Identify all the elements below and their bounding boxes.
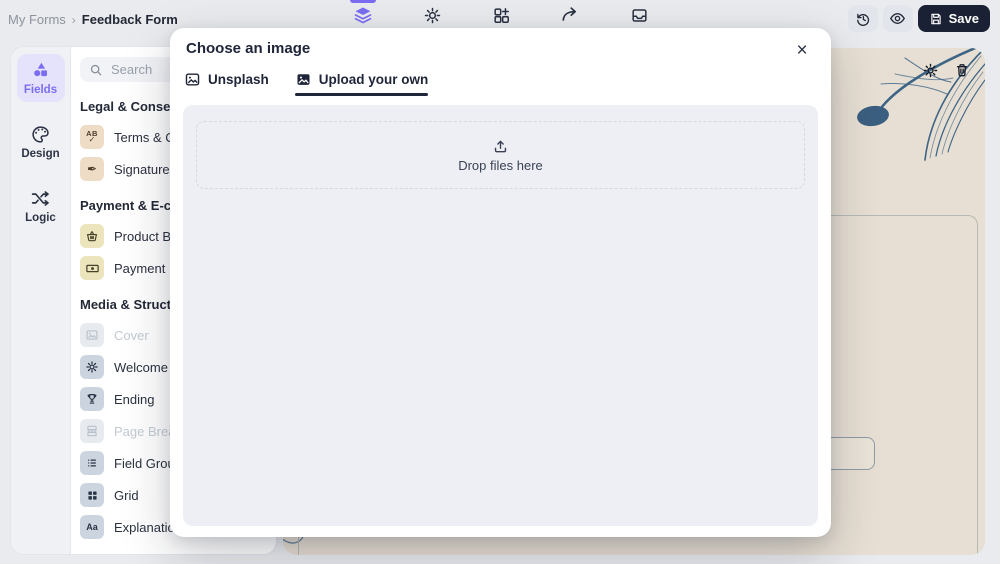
image-outline-icon <box>184 71 201 88</box>
upload-panel: Drop files here <box>183 105 818 526</box>
search-icon <box>89 63 103 77</box>
gear-icon <box>80 355 104 379</box>
grid-plus-icon <box>492 6 511 25</box>
Aa-icon: Aa <box>80 515 104 539</box>
shapes-icon <box>30 60 51 81</box>
tab-upload-your-own[interactable]: Upload your own <box>294 69 429 96</box>
page-break-icon <box>80 419 104 443</box>
choose-image-modal: Choose an image × Unsplash Upload your o… <box>170 28 831 537</box>
history-icon <box>855 11 871 27</box>
trash-icon <box>954 62 970 78</box>
tab-unsplash[interactable]: Unsplash <box>184 69 269 89</box>
file-dropzone[interactable]: Drop files here <box>196 121 805 189</box>
shuffle-icon <box>30 188 51 209</box>
nav-tab-settings[interactable] <box>414 0 450 30</box>
rail-item-design[interactable]: Design <box>17 118 65 166</box>
field-item-label: Cover <box>114 327 149 343</box>
mode-rail: Fields Design Logic <box>11 47 71 554</box>
list-icon <box>80 451 104 475</box>
top-nav <box>345 0 657 30</box>
basket-icon <box>80 224 104 248</box>
block-settings-button[interactable] <box>920 60 940 80</box>
field-item-label: Signature <box>114 161 170 177</box>
banknote-icon <box>80 256 104 280</box>
block-delete-button[interactable] <box>952 60 972 80</box>
rail-item-label: Design <box>21 148 60 160</box>
layers-icon <box>353 5 373 25</box>
history-button[interactable] <box>847 5 878 32</box>
gear-icon <box>423 6 442 25</box>
floppy-icon <box>929 12 943 26</box>
nav-tab-integrations[interactable] <box>483 0 519 30</box>
image-icon <box>80 323 104 347</box>
rail-item-label: Fields <box>23 84 58 96</box>
breadcrumb-parent-link[interactable]: My Forms <box>8 12 66 27</box>
image-filled-icon <box>295 71 312 88</box>
pen-nib-icon: ✒ <box>80 157 104 181</box>
palette-icon <box>30 124 51 145</box>
field-item-label: Ending <box>114 391 155 407</box>
eye-icon <box>889 10 906 27</box>
close-icon: × <box>796 40 808 61</box>
inbox-icon <box>630 6 649 25</box>
field-item-label: Grid <box>114 487 139 503</box>
terms-check-icon: AB ✓ <box>80 125 104 149</box>
tab-label: Unsplash <box>208 71 269 87</box>
rail-item-label: Logic <box>25 212 56 224</box>
gear-icon <box>922 62 939 79</box>
top-actions: Save <box>847 5 990 32</box>
nav-tab-editor[interactable] <box>345 0 381 30</box>
rail-item-fields[interactable]: Fields <box>16 54 65 102</box>
nav-tab-share[interactable] <box>552 0 588 30</box>
nav-tab-submissions[interactable] <box>621 0 657 30</box>
share-arrow-icon <box>560 5 580 25</box>
dropzone-text: Drop files here <box>458 157 543 173</box>
grid-icon <box>80 483 104 507</box>
breadcrumb: My Forms › Feedback Form <box>8 12 178 27</box>
save-button[interactable]: Save <box>917 5 990 32</box>
save-button-label: Save <box>948 11 979 26</box>
breadcrumb-separator: › <box>71 12 76 27</box>
upload-icon <box>492 138 509 155</box>
preview-button[interactable] <box>882 5 913 32</box>
rail-item-logic[interactable]: Logic <box>17 182 65 230</box>
trophy-icon <box>80 387 104 411</box>
modal-tabs: Unsplash Upload your own <box>184 69 815 96</box>
breadcrumb-current: Feedback Form <box>81 12 178 27</box>
close-button[interactable]: × <box>789 38 815 64</box>
tab-label: Upload your own <box>318 71 429 87</box>
field-item-label: Payment <box>114 260 166 276</box>
modal-title: Choose an image <box>186 40 311 57</box>
